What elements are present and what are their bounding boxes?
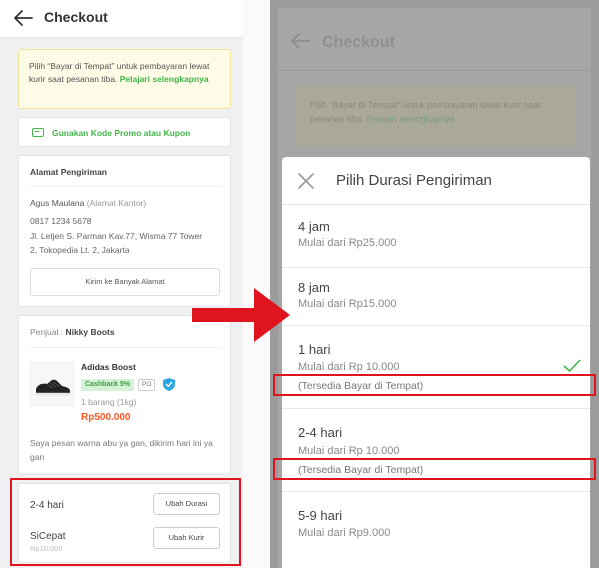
- product-name: Adidas Boost: [81, 362, 136, 372]
- duration-label: 2-4 hari: [298, 425, 343, 440]
- highlight-box-cod-1-hari: [273, 374, 596, 396]
- duration-price: Mulai dari Rp 10.000: [298, 445, 400, 457]
- address-section-title: Alamat Pengiriman: [30, 167, 107, 177]
- duration-option-5-9-hari[interactable]: 5-9 hari Mulai dari Rp9.000: [282, 492, 590, 562]
- shield-icon: [163, 378, 175, 391]
- promo-code-button[interactable]: Gunakan Kode Promo atau Kupon: [18, 117, 231, 147]
- product-quantity: 1 barang (1kg): [81, 397, 137, 407]
- transition-arrow-icon: [192, 288, 290, 342]
- dimmed-cod-notice: Pilih “Bayar di Tempat” untuk pembayaran…: [296, 86, 576, 146]
- cashback-badge: Cashback 5%: [81, 379, 135, 391]
- duration-option-4-jam[interactable]: 4 jam Mulai dari Rp25.000: [282, 205, 590, 267]
- coupon-icon: [32, 128, 44, 137]
- dimmed-notice-text: Pilih “Bayar di Tempat” untuk pembayaran…: [310, 98, 560, 126]
- duration-picker-screen: Checkout Pilih “Bayar di Tempat” untuk p…: [270, 0, 599, 568]
- seller-prefix: Penjual :: [30, 327, 66, 337]
- cod-notice: Pilih “Bayar di Tempat” untuk pembayaran…: [18, 49, 231, 109]
- duration-price: Mulai dari Rp15.000: [298, 298, 397, 310]
- divider: [30, 186, 221, 187]
- duration-option-8-jam[interactable]: 8 jam Mulai dari Rp15.000: [282, 268, 590, 325]
- page-title: Checkout: [44, 9, 108, 25]
- close-icon[interactable]: [297, 172, 315, 190]
- sheet-title: Pilih Durasi Pengiriman: [336, 172, 492, 189]
- divider: [278, 70, 591, 71]
- duration-price: Mulai dari Rp9.000: [298, 527, 391, 539]
- promo-code-label: Gunakan Kode Promo atau Kupon: [52, 128, 191, 138]
- duration-price: Mulai dari Rp 10.000: [298, 361, 400, 373]
- duration-label: 4 jam: [298, 219, 330, 234]
- dimmed-page-title: Checkout: [322, 34, 395, 51]
- back-arrow-icon[interactable]: [12, 8, 34, 28]
- duration-label: 8 jam: [298, 280, 330, 295]
- highlight-box-cod-2-4-hari: [273, 458, 596, 480]
- address-label: (Alamat Kantor): [86, 198, 147, 208]
- sneaker-icon: [35, 379, 71, 396]
- checkout-header: Checkout: [0, 0, 243, 38]
- duration-label: 5-9 hari: [298, 508, 343, 523]
- dimmed-learn-more-link: Pelajari selengkapnya: [366, 114, 455, 124]
- shipping-address-card: Alamat Pengiriman Agus Maulana (Alamat K…: [18, 155, 231, 307]
- divider: [30, 347, 221, 348]
- address-line-1: Jl. Letjen S. Parman Kav.77, Wisma 77 To…: [30, 231, 203, 241]
- seller-name: Nikky Boots: [65, 327, 115, 337]
- recipient-name: Agus Maulana: [30, 198, 85, 208]
- duration-label: 1 hari: [298, 342, 331, 357]
- buyer-note: Saya pesan warna abu ya gan, dikirim har…: [30, 438, 213, 462]
- back-arrow-icon: [291, 33, 311, 49]
- recipient-phone: 0817 1234 5678: [30, 216, 92, 226]
- recipient-name-row: Agus Maulana (Alamat Kantor): [30, 198, 146, 208]
- address-line-2: 2, Tokopedia Lt. 2, Jakarta: [30, 245, 130, 255]
- duration-price: Mulai dari Rp25.000: [298, 237, 397, 249]
- product-price: Rp500.000: [81, 412, 131, 423]
- panel-gap: [243, 0, 270, 568]
- checkmark-icon: [563, 359, 581, 373]
- seller-row: Penjual : Nikky Boots: [30, 327, 115, 337]
- checkout-screen-left: Checkout Pilih “Bayar di Tempat” untuk p…: [0, 0, 243, 568]
- preorder-badge: PO: [138, 379, 156, 391]
- highlight-box-shipping: [10, 478, 241, 566]
- learn-more-link[interactable]: Pelajari selengkapnya: [120, 74, 209, 84]
- product-image: [30, 362, 74, 406]
- duration-bottom-sheet: Pilih Durasi Pengiriman 4 jam Mulai dari…: [282, 157, 590, 568]
